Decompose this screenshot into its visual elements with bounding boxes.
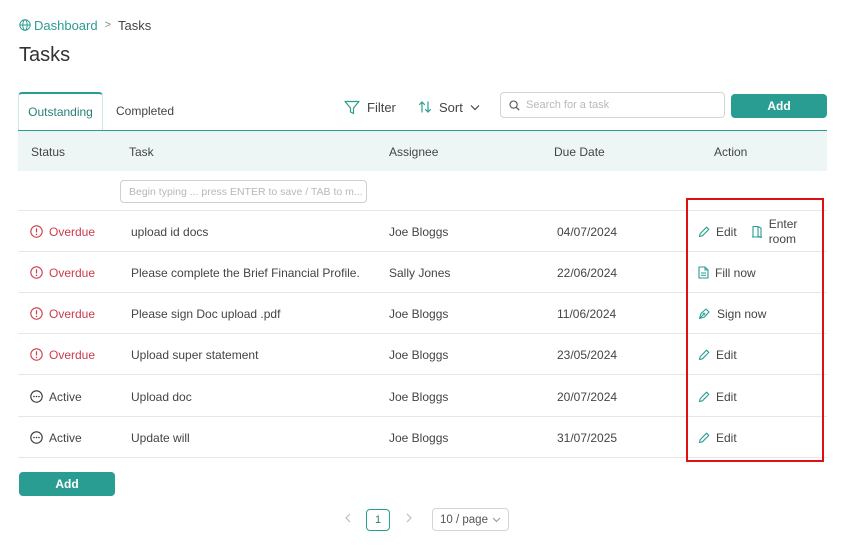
new-task-input[interactable] [120,180,367,203]
sort-button[interactable]: Sort [418,98,480,116]
chevron-down-icon [470,104,480,111]
breadcrumb-dashboard-link[interactable]: Dashboard [19,18,98,33]
action-column-highlight [686,198,824,462]
filter-button[interactable]: Filter [344,98,396,116]
breadcrumb: Dashboard > Tasks [19,17,151,33]
due-date-cell: 04/07/2024 [557,224,618,239]
alert-circle-icon [30,348,43,361]
assignee-cell: Joe Bloggs [389,347,449,362]
tab-completed[interactable]: Completed [106,92,184,130]
search-box [500,92,725,118]
status-cell: Overdue [30,211,95,252]
filter-icon [344,100,360,115]
page-number-button[interactable]: 1 [366,509,390,531]
status-cell: Overdue [30,293,95,334]
task-cell: Please sign Doc upload .pdf [131,306,281,321]
page-size-select[interactable]: 10 / page [432,508,509,531]
page-size-label: 10 / page [440,513,488,526]
due-date-cell: 20/07/2024 [557,389,618,404]
add-task-bottom-button[interactable]: Add [19,472,115,496]
add-task-button[interactable]: Add [731,94,827,118]
status-label: Overdue [49,224,96,239]
filter-label: Filter [367,99,396,115]
breadcrumb-current: Tasks [118,17,152,33]
chevron-left-icon [344,512,352,524]
more-circle-icon [30,390,43,403]
assignee-cell: Joe Bloggs [389,389,449,404]
due-date-cell: 22/06/2024 [557,265,618,280]
due-date-cell: 31/07/2025 [557,430,618,445]
next-page-button[interactable] [405,512,413,524]
assignee-cell: Sally Jones [389,265,451,280]
search-input[interactable] [526,99,716,111]
column-header-status: Status [31,145,66,159]
task-cell: Upload doc [131,389,192,404]
task-cell: Upload super statement [131,347,259,362]
assignee-cell: Joe Bloggs [389,430,449,445]
alert-circle-icon [30,266,43,279]
status-cell: Active [30,417,82,458]
status-label: Overdue [49,306,96,321]
column-header-due-date: Due Date [554,145,605,159]
breadcrumb-separator: > [104,19,112,31]
column-header-action: Action [714,145,748,159]
status-label: Active [49,389,82,404]
alert-circle-icon [30,225,43,238]
column-header-assignee: Assignee [389,145,439,159]
assignee-cell: Joe Bloggs [389,306,449,321]
sort-label: Sort [439,99,463,115]
status-cell: Overdue [30,252,95,293]
globe-icon [19,19,31,31]
task-cell: Update will [131,430,190,445]
status-label: Overdue [49,347,96,362]
status-cell: Overdue [30,334,95,375]
alert-circle-icon [30,307,43,320]
search-icon [509,99,520,111]
due-date-cell: 23/05/2024 [557,347,618,362]
due-date-cell: 11/06/2024 [557,306,617,321]
assignee-cell: Joe Bloggs [389,224,449,239]
sort-icon [418,100,432,114]
status-label: Overdue [49,265,96,280]
page-title: Tasks [19,44,71,66]
column-header-task: Task [129,145,154,159]
status-cell: Active [30,376,82,417]
previous-page-button[interactable] [344,512,352,524]
tab-outstanding[interactable]: Outstanding [18,92,103,130]
chevron-right-icon [405,512,413,524]
task-cell: Please complete the Brief Financial Prof… [131,265,360,280]
more-circle-icon [30,431,43,444]
task-cell: upload id docs [131,224,209,239]
status-label: Active [49,430,82,445]
breadcrumb-home-label: Dashboard [34,17,98,33]
chevron-down-icon [492,517,501,523]
